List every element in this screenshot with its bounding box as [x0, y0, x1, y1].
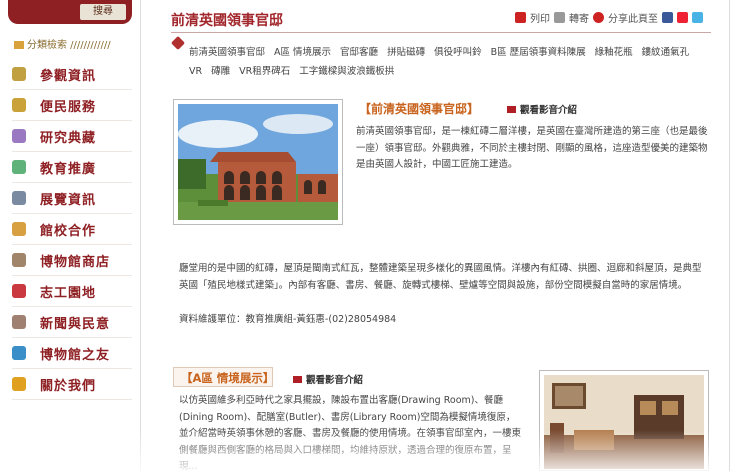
category-search-label: 分類檢索 //////////// [27, 40, 111, 51]
section1-title: 【前清英國領事官邸】 [359, 102, 480, 116]
left-sidebar: 搜尋 分類檢索 //////////// 參觀資訊便民服務研究典藏教育推廣展覽資… [0, 0, 140, 471]
search-button[interactable]: 搜尋 [80, 4, 126, 20]
forward-link[interactable]: 轉寄 [569, 10, 589, 25]
twitter-icon[interactable] [692, 12, 703, 23]
subnav-link[interactable]: VR租界碑石 [239, 66, 290, 77]
section2-title: 【A區 情境展示】 [181, 371, 275, 385]
video-icon [507, 106, 516, 113]
subnav-link[interactable]: B區 歷屆領事資料陳展 [491, 47, 586, 58]
sidebar-item-label: 關於我們 [40, 378, 97, 394]
sidebar-item-label: 博物館之友 [40, 347, 111, 363]
info-icon [12, 377, 26, 391]
print-icon[interactable] [515, 12, 526, 23]
subnav-link[interactable]: 俱役呼叫鈴 [434, 47, 482, 58]
tag-icon [170, 35, 186, 51]
share-to-label: 分享此頁至 [608, 14, 658, 25]
subnav-link[interactable]: VR [189, 66, 202, 77]
section1-video-link[interactable]: 觀看影音介紹 [507, 102, 577, 116]
subnav-link[interactable]: A區 情境展示 [274, 47, 331, 58]
section2-video-link[interactable]: 觀看影音介紹 [293, 372, 363, 386]
consulate-photo [173, 99, 343, 225]
title-divider [171, 32, 711, 33]
sidebar-item-2[interactable]: 便民服務 [12, 90, 132, 121]
subnav-link[interactable]: 前清英國領事官邸 [189, 47, 265, 58]
sidebar-item-3[interactable]: 研究典藏 [12, 121, 132, 152]
sidebar-item-label: 參觀資訊 [40, 68, 97, 84]
sub-navigation: 前清英國領事官邸 A區 情境展示 官邸客廳 拼貼磁磚 俱役呼叫鈴 B區 歷屆領事資料陳展綠… [189, 43, 709, 81]
section2-text: 以仿英國維多利亞時代之家具擺設，陳設布置出客廳(Drawing Room)、餐廳… [179, 395, 522, 472]
sidebar-item-label: 教育推廣 [40, 161, 97, 177]
sidebar-item-11[interactable]: 關於我們 [12, 369, 132, 400]
section2-video-label: 觀看影音介紹 [306, 375, 364, 386]
megaphone-icon [12, 315, 26, 329]
sidebar-item-7[interactable]: 博物館商店 [12, 245, 132, 276]
video-icon [293, 376, 302, 383]
main-content: 前清英國領事官邸 列印 轉寄 分享此頁至 前清英國領事官邸 A區 情境展示 官邸客廳… [140, 0, 730, 472]
sidebar-item-5[interactable]: 展覽資訊 [12, 183, 132, 214]
sidebar-item-9[interactable]: 新聞與民意 [12, 307, 132, 338]
briefcase-icon [12, 98, 26, 112]
map-icon [12, 191, 26, 205]
subnav-link[interactable]: 綠釉花瓶 [595, 47, 633, 58]
sidebar-item-label: 展覽資訊 [40, 192, 97, 208]
book-icon [12, 129, 26, 143]
sidebar-item-10[interactable]: 博物館之友 [12, 338, 132, 369]
section1-video-label: 觀看影音介紹 [520, 105, 578, 116]
plus-icon[interactable] [593, 12, 604, 23]
sidebar-item-label: 研究典藏 [40, 130, 97, 146]
paragraph-2: 廳堂用的是中國的紅磚，屋頂是閩南式紅瓦，整體建築呈現多樣化的異國風情。洋樓內有紅… [179, 263, 702, 291]
sidebar-item-label: 新聞與民意 [40, 316, 111, 332]
subnav-link[interactable]: 拼貼磁磚 [387, 47, 425, 58]
drawing-room-photo [539, 370, 709, 471]
handshake-icon [12, 222, 26, 236]
sidebar-item-label: 館校合作 [40, 223, 97, 239]
search-box: 搜尋 [8, 0, 132, 24]
subnav-link[interactable]: 鏤紋通氣孔 [642, 47, 690, 58]
calendar-icon [12, 160, 26, 174]
print-link[interactable]: 列印 [530, 10, 550, 25]
maintainer-info: 資料維護單位：教育推廣組-黃鈺惠-(02)28054984 [179, 314, 397, 325]
section1-text: 前清英國領事官邸，是一棟紅磚二層洋樓，是英國在臺灣所建造的第三座（也是最後一座）… [356, 126, 708, 170]
page: 搜尋 分類檢索 //////////// 參觀資訊便民服務研究典藏教育推廣展覽資… [0, 0, 738, 472]
sidebar-item-8[interactable]: 志工園地 [12, 276, 132, 307]
subnav-link[interactable]: 磚雕 [211, 66, 230, 77]
mail-icon[interactable] [554, 12, 565, 23]
facebook-icon[interactable] [662, 12, 673, 23]
sidebar-menu: 參觀資訊便民服務研究典藏教育推廣展覽資訊館校合作博物館商店志工園地新聞與民意博物… [12, 59, 132, 400]
subnav-link[interactable]: 工字鐵樑與波浪鐵板拱 [299, 66, 394, 77]
volunteer-icon [12, 284, 26, 298]
page-title: 前清英國領事官邸 [171, 13, 283, 29]
category-search[interactable]: 分類檢索 //////////// [14, 36, 111, 51]
tools-icon [12, 67, 26, 81]
sidebar-item-6[interactable]: 館校合作 [12, 214, 132, 245]
plurk-icon[interactable] [677, 12, 688, 23]
sidebar-item-1[interactable]: 參觀資訊 [12, 59, 132, 90]
sidebar-item-label: 博物館商店 [40, 254, 111, 270]
share-toolbar: 列印 轉寄 分享此頁至 [515, 10, 707, 25]
sidebar-item-label: 志工園地 [40, 285, 97, 301]
gift-icon [12, 253, 26, 267]
people-icon [12, 346, 26, 360]
sidebar-item-label: 便民服務 [40, 99, 97, 115]
folder-icon [14, 41, 24, 49]
sidebar-item-4[interactable]: 教育推廣 [12, 152, 132, 183]
subnav-link[interactable]: 官邸客廳 [340, 47, 378, 58]
